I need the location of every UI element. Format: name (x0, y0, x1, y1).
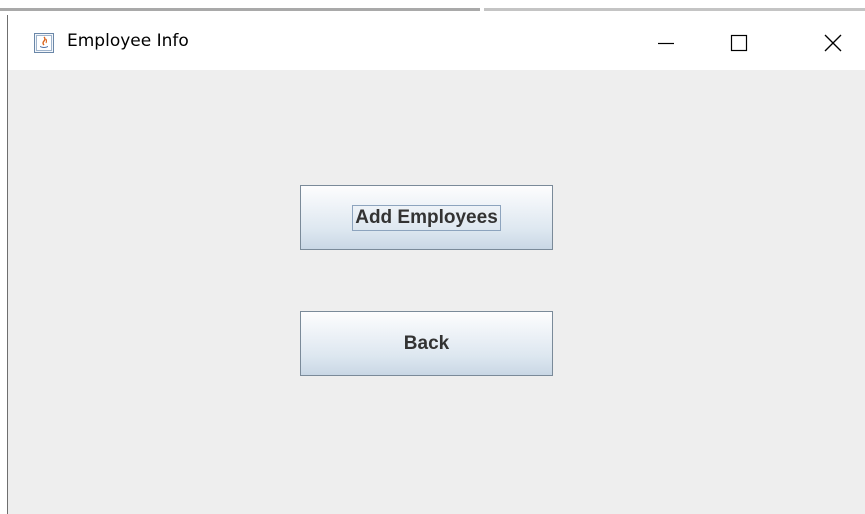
minimize-icon (658, 42, 674, 44)
maximize-button[interactable] (711, 15, 767, 70)
background-window-edge (0, 0, 865, 12)
background-edge-right (484, 8, 865, 11)
title-bar[interactable]: Employee Info (8, 15, 865, 70)
window-title: Employee Info (67, 31, 189, 51)
background-edge-left (0, 8, 480, 11)
minimize-button[interactable] (638, 15, 694, 70)
java-app-icon[interactable] (34, 33, 54, 53)
employee-info-window: Employee Info Add Employees Back (7, 15, 865, 514)
back-button[interactable]: Back (300, 311, 553, 376)
maximize-icon (730, 34, 748, 51)
add-employees-button[interactable]: Add Employees (300, 185, 553, 250)
back-label: Back (403, 332, 450, 354)
content-pane: Add Employees Back (8, 70, 865, 514)
add-employees-label: Add Employees (352, 204, 501, 231)
close-button[interactable] (805, 15, 861, 70)
close-icon (824, 34, 842, 51)
